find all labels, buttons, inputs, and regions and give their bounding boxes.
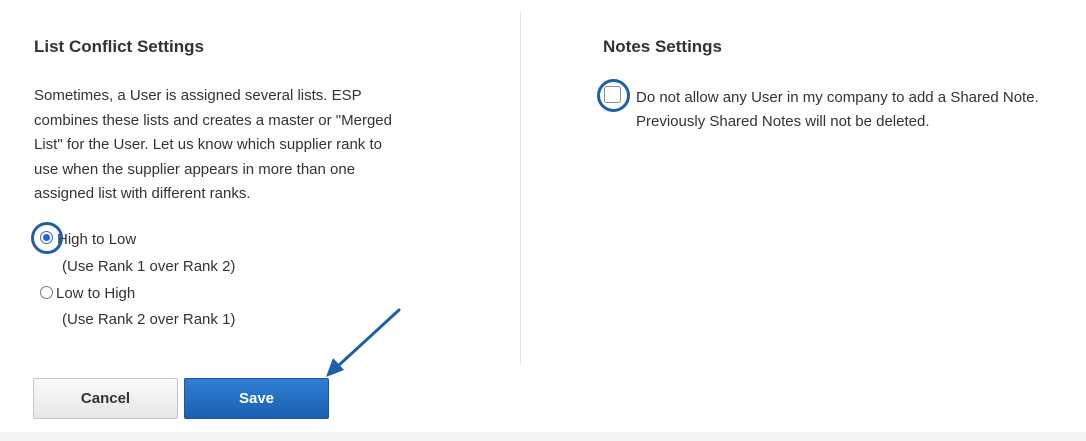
notes-settings-title: Notes Settings (603, 37, 723, 56)
column-divider (520, 12, 521, 364)
description-line: Sometimes, a User is assigned several li… (34, 87, 362, 104)
shared-note-label-line: Previously Shared Notes will not be dele… (636, 113, 930, 130)
radio-high-to-low[interactable] (40, 231, 53, 244)
description-line: use when the supplier appears in more th… (34, 160, 356, 178)
radio-low-to-high-sublabel: (Use Rank 2 over Rank 1) (62, 311, 236, 328)
cancel-button[interactable]: Cancel (33, 378, 178, 419)
description-line: combines these lists and creates a maste… (34, 111, 392, 129)
description-line: List" for the User. Let us know which su… (34, 136, 382, 153)
settings-page: List Conflict Settings Sometimes, a User… (0, 0, 1086, 441)
arrow-pointer-icon (326, 308, 401, 377)
shared-note-label-line: Do not allow any User in my company to a… (636, 89, 1039, 106)
description-line: assigned list with different ranks. (34, 185, 251, 202)
list-conflict-title: List Conflict Settings (34, 37, 204, 56)
radio-low-to-high[interactable] (40, 286, 53, 299)
radio-high-to-low-sublabel: (Use Rank 1 over Rank 2) (62, 258, 236, 275)
shared-note-checkbox[interactable] (604, 86, 621, 103)
save-button[interactable]: Save (184, 378, 329, 419)
radio-low-to-high-label[interactable]: Low to High (56, 285, 135, 303)
footer-strip (0, 432, 1086, 441)
radio-high-to-low-label[interactable]: High to Low (57, 231, 136, 249)
list-conflict-description: Sometimes, a User is assigned several li… (34, 84, 434, 207)
